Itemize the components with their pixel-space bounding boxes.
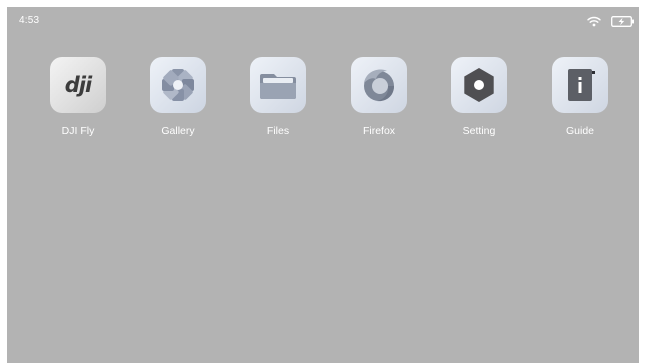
app-label: Guide [565, 125, 595, 137]
firefox-icon[interactable] [351, 57, 407, 113]
app-dji-fly[interactable]: dji DJI Fly [38, 57, 118, 141]
svg-text:dji: dji [65, 73, 93, 97]
battery-charging-icon [611, 14, 635, 27]
app-label: Setting [462, 125, 496, 137]
status-bar: 4:53 [7, 7, 639, 35]
app-label: Gallery [161, 125, 195, 137]
app-gallery[interactable]: Gallery [138, 57, 218, 141]
folder-icon[interactable] [250, 57, 306, 113]
gallery-icon[interactable] [150, 57, 206, 113]
app-guide[interactable]: Guide [540, 57, 620, 141]
status-time: 4:53 [19, 15, 40, 26]
app-firefox[interactable]: Firefox [339, 57, 419, 141]
app-label: Firefox [362, 125, 396, 137]
wifi-icon [587, 14, 601, 27]
app-files[interactable]: Files [238, 57, 318, 141]
dji-fly-icon[interactable]: dji [50, 57, 106, 113]
app-label: Files [266, 125, 290, 137]
guide-icon[interactable] [552, 57, 608, 113]
home-screen: 4:53 dji DJI Fly Gallery Files Firefox S… [7, 7, 639, 363]
app-setting[interactable]: Setting [439, 57, 519, 141]
app-label: DJI Fly [61, 125, 95, 137]
app-grid: dji DJI Fly Gallery Files Firefox Settin… [7, 57, 639, 147]
settings-icon[interactable] [451, 57, 507, 113]
